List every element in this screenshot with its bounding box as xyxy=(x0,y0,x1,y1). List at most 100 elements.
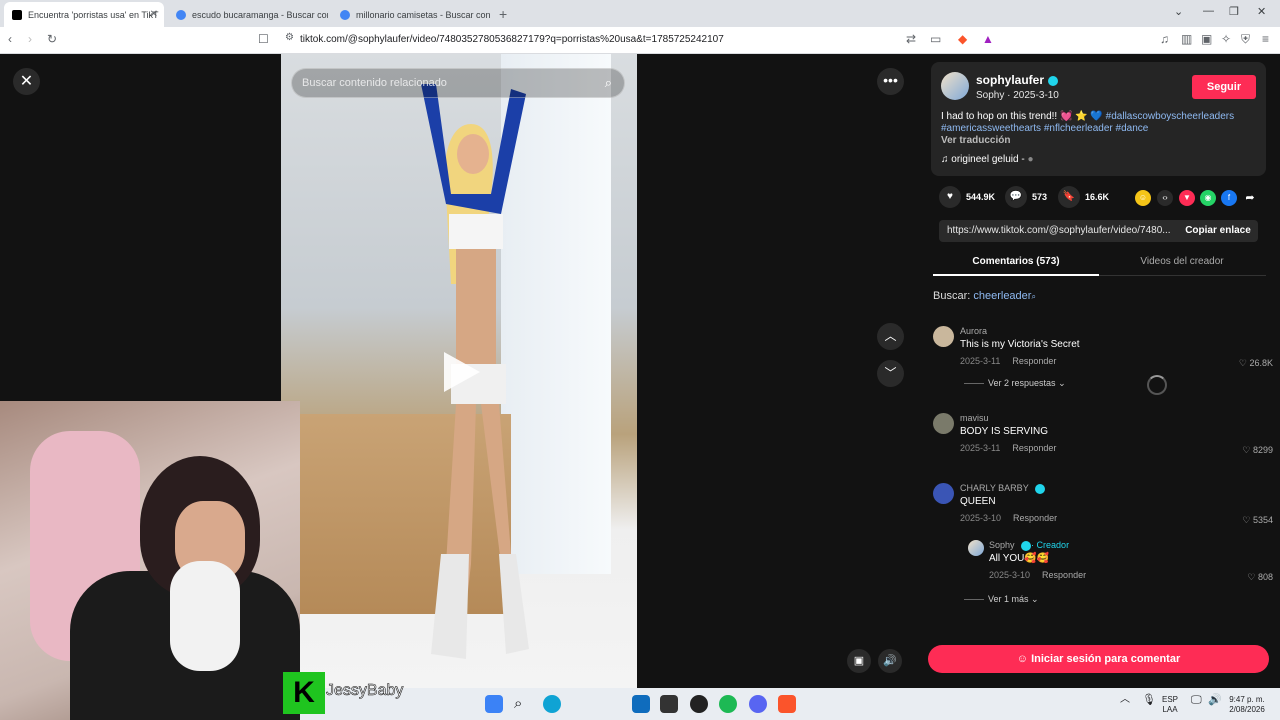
tab-comments[interactable]: Comentarios (573) xyxy=(933,256,1099,267)
media-icon[interactable]: ♫ xyxy=(1160,32,1169,46)
whatsapp-icon[interactable]: ◉ xyxy=(1200,190,1216,206)
network-icon[interactable]: 🖵 xyxy=(1191,695,1202,706)
microphone-icon[interactable]: 🎙 xyxy=(1142,695,1156,706)
play-icon[interactable] xyxy=(444,352,480,392)
reload-icon[interactable]: ↻ xyxy=(47,32,57,46)
translate-link[interactable]: Ver traducción xyxy=(941,135,1010,146)
more-options-button[interactable]: ••• xyxy=(877,68,904,95)
brave-rewards-icon[interactable]: ▲ xyxy=(982,32,994,46)
reply-button[interactable]: Responder xyxy=(1013,513,1057,523)
previous-video-button[interactable]: ︿ xyxy=(877,323,904,350)
commenter-avatar[interactable] xyxy=(933,483,954,504)
search-icon[interactable]: ⌕ xyxy=(514,695,532,713)
site-info-icon[interactable]: ⚙ xyxy=(285,32,294,43)
clock[interactable]: 9:47 p. m. 2/08/2026 xyxy=(1224,695,1270,715)
reply-button[interactable]: Responder xyxy=(1012,356,1056,366)
app-icon[interactable] xyxy=(660,695,678,713)
edge-icon[interactable] xyxy=(543,695,561,713)
reply-button[interactable]: Responder xyxy=(1042,570,1086,580)
sound-link[interactable]: ♫ origineel geluid - ● xyxy=(941,154,1034,165)
menu-icon[interactable]: ≡ xyxy=(1262,32,1269,46)
bookmark-icon[interactable]: ☐ xyxy=(258,32,269,46)
commenter-avatar[interactable] xyxy=(933,326,954,347)
comment-like-button[interactable]: ♡ 5354 xyxy=(1242,515,1273,526)
vpn-icon[interactable]: ⛨ xyxy=(1241,32,1250,47)
comment-like-button[interactable]: ♡ 26.8K xyxy=(1239,358,1273,369)
creator-avatar[interactable] xyxy=(968,540,984,556)
reply-button[interactable]: Responder xyxy=(1012,443,1056,453)
commenter-name-text[interactable]: CHARLY BARBY xyxy=(960,483,1029,493)
copy-link-button[interactable]: Copiar enlace xyxy=(1178,220,1258,242)
author-avatar[interactable] xyxy=(941,72,969,100)
like-button[interactable]: ♥ 544.9K xyxy=(939,186,995,208)
embed-icon[interactable]: ‹› xyxy=(1157,190,1173,206)
sound-name[interactable]: origineel geluid - xyxy=(951,154,1024,165)
new-tab-icon[interactable]: + xyxy=(499,6,507,22)
spotify-icon[interactable] xyxy=(719,695,737,713)
obs-icon[interactable] xyxy=(690,695,708,713)
close-video-button[interactable]: ✕ xyxy=(13,68,40,95)
search-icon[interactable]: ⌕ xyxy=(605,75,612,91)
creator-name-text[interactable]: Sophy xyxy=(989,540,1015,550)
follow-button[interactable]: Seguir xyxy=(1192,75,1256,99)
verified-icon xyxy=(1021,540,1032,551)
commenter-avatar[interactable] xyxy=(933,413,954,434)
comment-button[interactable]: 💬 573 xyxy=(1005,186,1047,208)
author-name[interactable]: sophylaufer xyxy=(976,73,1044,87)
author-username[interactable]: sophylaufer xyxy=(976,73,1059,87)
related-search-input[interactable]: Buscar contenido relacionado ⌕ xyxy=(291,68,625,98)
comment-like-button[interactable]: ♡ 8299 xyxy=(1242,445,1273,456)
install-app-icon[interactable]: ▭ xyxy=(930,32,941,46)
reply-like-button[interactable]: ♡ 808 xyxy=(1247,572,1273,583)
forward-icon[interactable]: › xyxy=(28,32,32,46)
share-link-text[interactable]: https://www.tiktok.com/@sophylaufer/vide… xyxy=(947,225,1171,236)
share-link-box: https://www.tiktok.com/@sophylaufer/vide… xyxy=(939,220,1258,242)
translate-icon[interactable]: ⇄ xyxy=(906,32,916,46)
tab-google-2[interactable]: millonario camisetas - Buscar con G xyxy=(332,2,492,27)
minimize-icon[interactable]: — xyxy=(1203,5,1214,17)
search-keyword-link[interactable]: cheerleader xyxy=(973,290,1031,302)
back-icon[interactable]: ‹ xyxy=(8,32,12,46)
leo-ai-icon[interactable]: ✧ xyxy=(1221,32,1231,46)
pip-button[interactable]: ▣ xyxy=(847,649,871,673)
view-replies-button[interactable]: Ver 2 respuestas ⌄ xyxy=(964,378,1066,389)
close-window-icon[interactable]: ✕ xyxy=(1257,5,1266,18)
hashtag-link[interactable]: #dallascowboyscheerleaders xyxy=(1106,111,1234,122)
save-button[interactable]: 🔖 16.6K xyxy=(1058,186,1109,208)
commenter-name[interactable]: mavisu xyxy=(960,413,989,423)
comment-like-count: 5354 xyxy=(1252,515,1273,525)
view-more-button[interactable]: Ver 1 más ⌄ xyxy=(964,594,1039,605)
wallet-icon[interactable]: ▣ xyxy=(1201,32,1212,46)
brave-shields-icon[interactable]: ◆ xyxy=(958,32,967,46)
login-to-comment-button[interactable]: ☺ Iniciar sesión para comentar xyxy=(928,645,1269,673)
tab-google-1[interactable]: escudo bucaramanga - Buscar con G xyxy=(168,2,328,27)
hashtag-link[interactable]: #americassweethearts #nflcheerleader #da… xyxy=(941,123,1148,134)
commenter-name[interactable]: CHARLY BARBY xyxy=(960,483,1046,494)
outlook-icon[interactable] xyxy=(632,695,650,713)
brave-icon[interactable] xyxy=(778,695,796,713)
start-icon[interactable] xyxy=(485,695,503,713)
tiktok-page: Buscar contenido relacionado ⌕ ✕ ••• ︿ ﹀… xyxy=(0,54,1280,720)
address-bar[interactable]: tiktok.com/@sophylaufer/video/7480352780… xyxy=(300,34,724,45)
share-emoji-icon[interactable]: ☺ xyxy=(1135,190,1151,206)
tab-creator-videos[interactable]: Videos del creador xyxy=(1099,256,1265,267)
volume-button[interactable]: 🔊 xyxy=(878,649,902,673)
creator-name[interactable]: Sophy · Creador xyxy=(989,540,1069,551)
language-indicator[interactable]: ESP LAA xyxy=(1162,695,1178,715)
tray-chevron-icon[interactable]: ︿ xyxy=(1120,695,1130,705)
maximize-icon[interactable]: ❐ xyxy=(1229,5,1239,18)
share-arrow-icon[interactable]: ➦ xyxy=(1242,190,1258,206)
next-video-button[interactable]: ﹀ xyxy=(877,360,904,387)
active-tab-indicator xyxy=(933,274,1099,276)
sidebar-icon[interactable]: ▥ xyxy=(1181,32,1192,46)
discord-icon[interactable] xyxy=(749,695,767,713)
display-name: Sophy xyxy=(976,90,1005,101)
commenter-name[interactable]: Aurora xyxy=(960,326,987,336)
tab-tiktok[interactable]: Encuentra 'porristas usa' en TikT ✕ xyxy=(4,2,164,27)
send-icon[interactable]: ▼ xyxy=(1179,190,1195,206)
facebook-icon[interactable]: f xyxy=(1221,190,1237,206)
volume-icon[interactable]: 🔊 xyxy=(1208,695,1222,706)
search-icon[interactable]: ⌕ xyxy=(1031,292,1035,301)
close-tab-icon[interactable]: ✕ xyxy=(150,9,158,20)
tab-search-icon[interactable]: ⌄ xyxy=(1174,5,1183,18)
